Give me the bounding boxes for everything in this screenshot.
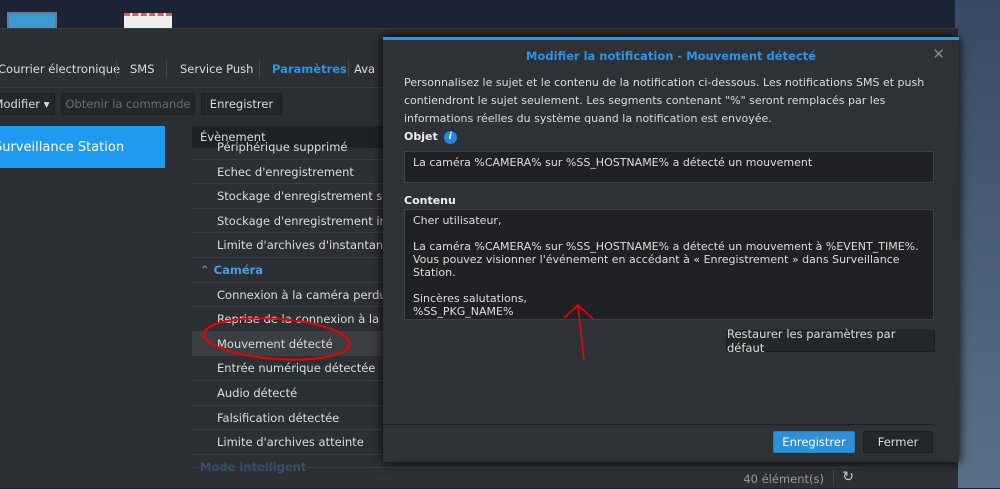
subject-label: Objet i xyxy=(404,130,457,144)
subject-label-text: Objet xyxy=(404,130,438,143)
info-icon[interactable]: i xyxy=(443,130,457,144)
dialog-description: Personnalisez le sujet et le contenu de … xyxy=(404,76,925,125)
save-button[interactable]: Enregistrer xyxy=(773,431,855,453)
annotation-ellipse xyxy=(203,317,351,361)
dialog-title: Modifier la notification - Mouvement dét… xyxy=(526,49,816,63)
divider xyxy=(383,424,935,425)
close-icon[interactable]: ✕ xyxy=(932,45,945,63)
content-label: Contenu xyxy=(404,194,456,207)
close-button[interactable]: Fermer xyxy=(863,431,933,453)
content-textarea[interactable]: Cher utilisateur, La caméra %CAMERA% sur… xyxy=(404,209,934,320)
subject-input[interactable]: La caméra %CAMERA% sur %SS_HOSTNAME% a d… xyxy=(404,151,934,183)
edit-notification-dialog: Modifier la notification - Mouvement dét… xyxy=(383,37,959,462)
restore-defaults-button[interactable]: Restaurer les paramètres par défaut xyxy=(726,327,935,355)
